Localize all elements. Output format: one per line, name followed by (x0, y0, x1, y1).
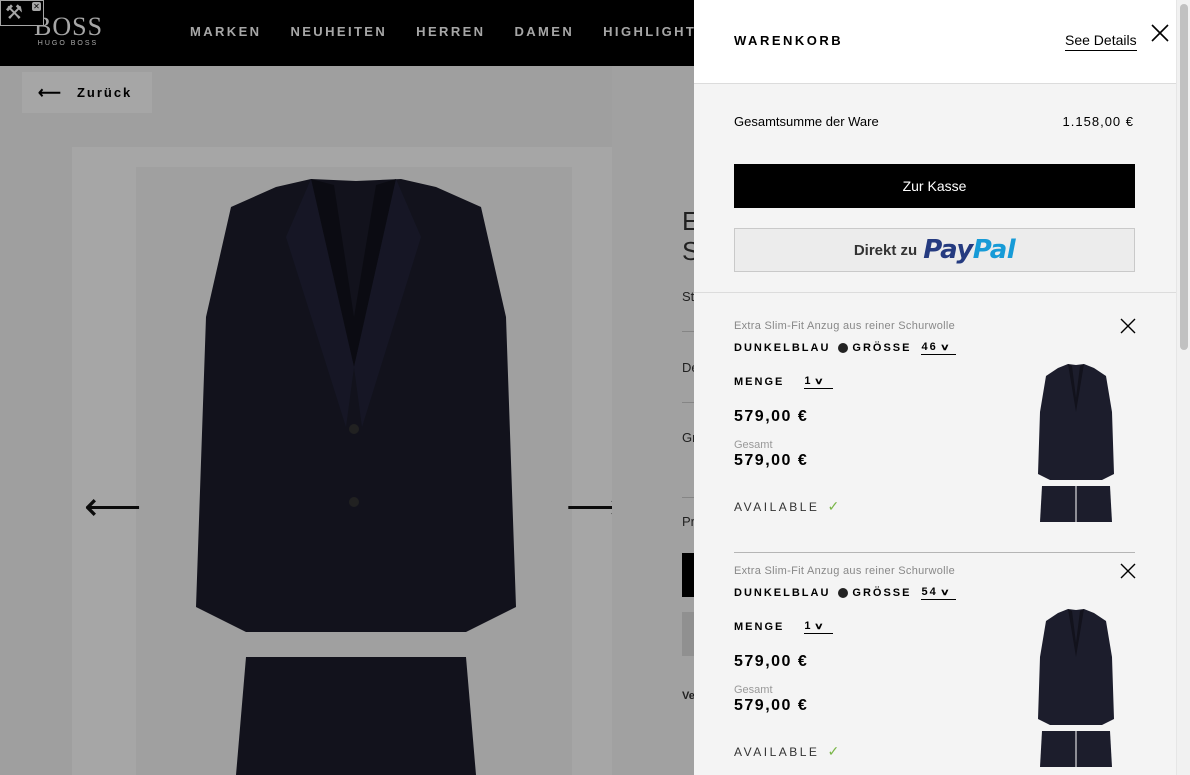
paypal-button[interactable]: Direkt zu PayPal (734, 228, 1135, 272)
checkout-button[interactable]: Zur Kasse (734, 164, 1135, 208)
subtotal-value: 1.158,00 € (1062, 114, 1134, 129)
item-attributes: DUNKELBLAU GRÖSSE 54 ∨ (734, 586, 957, 600)
subtotal-label: Gesamtsumme der Ware (734, 114, 879, 129)
cart-summary: Gesamtsumme der Ware 1.158,00 € Zur Kass… (694, 84, 1176, 293)
availability-label: AVAILABLE (734, 744, 820, 759)
item-color: DUNKELBLAU (734, 587, 831, 599)
size-select[interactable]: 46 ∨ (921, 341, 957, 355)
quantity-label: MENGE (734, 376, 785, 388)
close-icon[interactable] (1150, 23, 1170, 43)
item-price: 579,00 € (734, 408, 809, 425)
paypal-logo-part: Pay (923, 235, 973, 265)
availability-label: AVAILABLE (734, 499, 820, 514)
cart-item: Extra Slim-Fit Anzug aus reiner Schurwol… (734, 308, 1137, 553)
paypal-logo: PayPal (923, 235, 1015, 265)
quantity-select[interactable]: 1 ∨ (804, 375, 834, 389)
chevron-down-icon: ∨ (814, 375, 828, 386)
remove-item-icon[interactable] (1119, 562, 1137, 580)
item-total: 579,00 € (734, 452, 809, 469)
size-label: GRÖSSE (852, 342, 912, 354)
size-label: GRÖSSE (852, 587, 912, 599)
cart-header: WARENKORB See Details (694, 0, 1176, 84)
quantity-value: 1 (804, 375, 813, 387)
item-price: 579,00 € (734, 653, 809, 670)
quantity-label: MENGE (734, 621, 785, 633)
size-value: 54 (921, 586, 938, 598)
chevron-down-icon: ∨ (939, 341, 953, 352)
checkmark-icon: ✓ (827, 498, 842, 514)
color-swatch-icon (838, 588, 849, 598)
checkmark-icon: ✓ (827, 743, 842, 759)
size-value: 46 (921, 341, 938, 353)
chevron-down-icon: ∨ (939, 586, 953, 597)
scrollbar[interactable] (1176, 0, 1190, 775)
availability-status: AVAILABLE ✓ (734, 498, 842, 515)
availability-status: AVAILABLE ✓ (734, 743, 842, 760)
item-name[interactable]: Extra Slim-Fit Anzug aus reiner Schurwol… (734, 320, 955, 332)
item-total-label: Gesamt (734, 439, 773, 451)
item-total: 579,00 € (734, 697, 809, 714)
item-thumbnail[interactable] (1028, 362, 1124, 532)
quantity-select[interactable]: 1 ∨ (804, 620, 834, 634)
scrollbar-thumb[interactable] (1180, 4, 1188, 350)
item-name[interactable]: Extra Slim-Fit Anzug aus reiner Schurwol… (734, 565, 955, 577)
item-quantity: MENGE 1 ∨ (734, 620, 834, 634)
item-quantity: MENGE 1 ∨ (734, 375, 834, 389)
item-total-label: Gesamt (734, 684, 773, 696)
modal-overlay[interactable] (0, 0, 694, 775)
remove-item-icon[interactable] (1119, 317, 1137, 335)
quantity-value: 1 (804, 620, 813, 632)
cart-title: WARENKORB (734, 33, 844, 48)
paypal-logo-part: Pal (972, 235, 1016, 265)
cart-item: Extra Slim-Fit Anzug aus reiner Schurwol… (734, 553, 1137, 775)
item-color: DUNKELBLAU (734, 342, 831, 354)
size-select[interactable]: 54 ∨ (921, 586, 957, 600)
see-details-link[interactable]: See Details (1065, 32, 1137, 51)
item-thumbnail[interactable] (1028, 607, 1124, 775)
paypal-prefix: Direkt zu (853, 241, 918, 259)
color-swatch-icon (838, 343, 849, 353)
cart-drawer: WARENKORB See Details Gesamtsumme der Wa… (694, 0, 1190, 775)
chevron-down-icon: ∨ (814, 620, 828, 631)
item-attributes: DUNKELBLAU GRÖSSE 46 ∨ (734, 341, 957, 355)
